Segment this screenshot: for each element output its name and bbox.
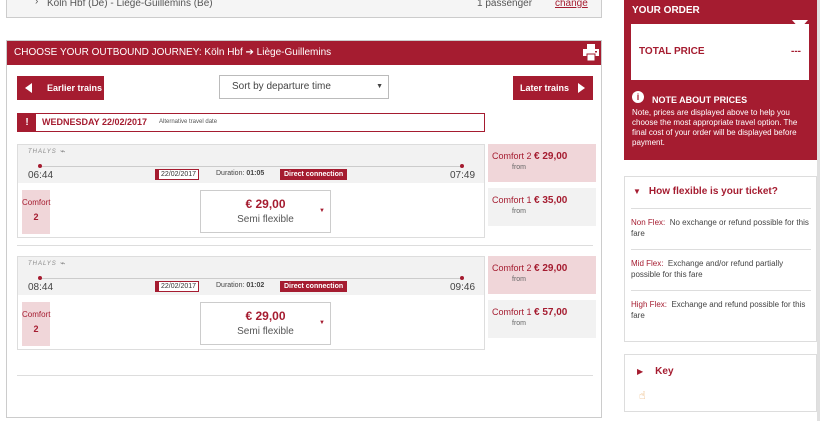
triangle-right-icon: ▶ [637,367,644,376]
flex-item-mid: Mid Flex: Exchange and/or refund partial… [631,259,784,279]
tile-from: from [512,320,526,327]
direct-connection-badge: Direct connection [280,169,348,180]
fare-price: € 29,00 [245,197,286,211]
travel-date: WEDNESDAY 22/02/2017 [42,117,148,127]
sort-select-value: Sort by departure time [232,81,331,92]
direct-connection-badge: Direct connection [280,281,348,292]
key-title: Key [655,366,674,377]
logo-swoosh-icon: ⌁ [60,146,66,156]
divider [17,245,593,246]
sort-select[interactable]: Sort by departure time ▼ [219,75,389,99]
class-badge: Comfort 2 [22,302,50,346]
tile-amount: € 29,00 [534,151,568,162]
alert-icon: ! [18,114,36,131]
earlier-trains-label: Earlier trains [47,83,103,93]
tile-amount: € 35,00 [534,195,568,206]
thalys-logo: THALYS [28,261,57,267]
passenger-count: 1 passenger [477,0,533,9]
travel-date-row: ! WEDNESDAY 22/02/2017 Alternative trave… [17,113,485,132]
tile-from: from [512,208,526,215]
route-summary: › Köln Hbf (De) - Liège-Guillemins (Be) … [6,0,602,18]
departure-time: 08:44 [28,282,54,293]
tile-class: Comfort 2 [492,263,532,273]
arrow-left-icon [25,83,32,93]
fare-selector[interactable]: € 29,00 Semi flexible ▼ [200,302,331,345]
fare-flexibility: Semi flexible [237,214,294,225]
price-tile-comfort2[interactable]: Comfort 2 from € 29,00 [488,256,596,294]
note-title: NOTE ABOUT PRICES [652,95,748,105]
tile-amount: € 29,00 [534,263,568,274]
earlier-trains-button[interactable]: Earlier trains [17,76,104,100]
fare-price: € 29,00 [245,309,286,323]
triangle-down-icon: ▼ [633,187,641,196]
fare-selector[interactable]: € 29,00 Semi flexible ▼ [200,190,331,233]
flexibility-title: How flexible is your ticket? [648,186,778,197]
total-price-box: TOTAL PRICE --- [631,24,809,80]
journey-date-text: 22/02/2017 [161,171,197,178]
journey-header: THALYS ⌁ 08:44 22/02/2017 Duration: 01:0… [18,257,484,295]
arrow-right-icon [578,83,585,93]
tile-amount: € 57,00 [534,307,568,318]
journey-date-text: 22/02/2017 [161,283,197,290]
divider [17,375,593,376]
thalys-logo: THALYS [28,149,57,155]
timeline [40,166,462,167]
divider [631,208,811,209]
divider [631,249,811,250]
tile-from: from [512,164,526,171]
arrival-dot [460,164,464,168]
flexibility-toggle[interactable]: ▼ How flexible is your ticket? [633,186,778,197]
later-trains-button[interactable]: Later trains [513,76,593,100]
flex-item-high: High Flex: Exchange and refund possible … [631,300,806,320]
departure-dot [38,164,42,168]
key-panel: ▶ Key ☝ [624,354,817,412]
journey-date: 22/02/2017 [155,169,200,180]
arrival-time: 07:49 [450,170,476,181]
price-tile-comfort2[interactable]: Comfort 2 from € 29,00 [488,144,596,182]
caret-down-icon: ▼ [376,83,383,90]
route-text: Köln Hbf (De) - Liège-Guillemins (Be) [47,0,213,9]
hand-icon: ☝ [639,390,646,402]
arrival-time: 09:46 [450,282,476,293]
note-text: Note, prices are displayed above to help… [632,108,798,147]
journey-date: 22/02/2017 [155,281,200,292]
corner-notch [792,20,808,29]
later-trains-label: Later trains [520,83,570,93]
fare-flexibility: Semi flexible [237,326,294,337]
price-tile-comfort1[interactable]: Comfort 1 from € 57,00 [488,300,596,338]
departure-dot [38,276,42,280]
flexibility-panel: ▼ How flexible is your ticket? Non Flex: … [624,176,817,342]
divider [631,290,811,291]
caret-down-icon: ▼ [319,208,325,214]
total-price-label: TOTAL PRICE [639,46,705,57]
tile-class: Comfort 2 [492,151,532,161]
alternative-date-link[interactable]: Alternative travel date [159,119,217,125]
outbound-header: CHOOSE YOUR OUTBOUND JOURNEY: Köln Hbf ➔… [7,41,601,65]
print-icon[interactable] [583,44,599,61]
change-link[interactable]: change [555,0,588,9]
caret-down-icon: ▼ [319,320,325,326]
logo-swoosh-icon: ⌁ [60,258,66,268]
tile-class: Comfort 1 [492,307,532,317]
duration: Duration: 01:05 [216,170,265,177]
class-badge: Comfort 2 [22,190,50,234]
chevron-icon: › [35,0,39,7]
arrival-dot [460,276,464,280]
departure-time: 06:44 [28,170,54,181]
key-toggle[interactable]: ▶ Key [637,366,674,377]
outbound-panel: CHOOSE YOUR OUTBOUND JOURNEY: Köln Hbf ➔… [6,40,602,418]
flex-item-non: Non Flex: No exchange or refund possible… [631,218,809,238]
journey-card: THALYS ⌁ 08:44 22/02/2017 Duration: 01:0… [17,256,485,350]
total-price-value: --- [791,46,801,57]
timeline [40,278,462,279]
tile-from: from [512,276,526,283]
tile-class: Comfort 1 [492,195,532,205]
duration: Duration: 01:02 [216,282,265,289]
journey-header: THALYS ⌁ 06:44 22/02/2017 Duration: 01:0… [18,145,484,183]
price-tile-comfort1[interactable]: Comfort 1 from € 35,00 [488,188,596,226]
journey-card: THALYS ⌁ 06:44 22/02/2017 Duration: 01:0… [17,144,485,238]
order-title: YOUR ORDER [632,5,700,16]
info-icon: i [632,91,644,103]
